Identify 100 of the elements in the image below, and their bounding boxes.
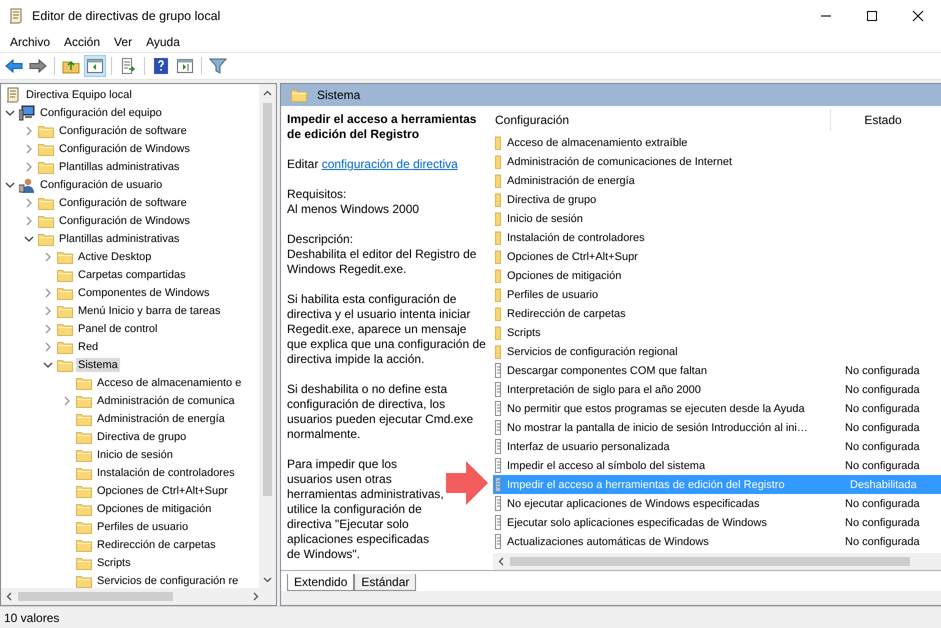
list-row[interactable]: Instalación de controladores bbox=[493, 228, 941, 247]
setting-name: Inicio de sesión bbox=[507, 212, 583, 224]
list-row[interactable]: Ejecutar solo aplicaciones especificadas de Windows No configurada bbox=[493, 513, 941, 532]
column-header[interactable]: Configuración bbox=[493, 112, 830, 126]
menu-item[interactable]: Ver bbox=[107, 32, 140, 50]
expand-chevron-icon[interactable] bbox=[24, 216, 34, 226]
scroll-icon bbox=[5, 87, 21, 103]
tree-item[interactable]: Plantillas administrativas bbox=[57, 160, 182, 174]
tree-item[interactable]: Plantillas administrativas bbox=[57, 232, 182, 246]
tree-item[interactable]: Active Desktop bbox=[76, 250, 154, 264]
list-row[interactable]: Descargar componentes COM que faltan No configurada bbox=[493, 361, 941, 380]
setting-state: No configurada bbox=[845, 460, 920, 472]
tree-item[interactable]: Componentes de Windows bbox=[76, 286, 212, 300]
tree-item[interactable]: Administración de energía bbox=[95, 412, 227, 426]
tree-item[interactable]: Configuración de usuario bbox=[38, 178, 164, 192]
pane-toggle-icon[interactable] bbox=[84, 55, 106, 77]
setting-name: Interpretación de siglo para el año 2000 bbox=[507, 384, 701, 396]
setting-state: No configurada bbox=[845, 536, 920, 548]
tree-item[interactable]: Opciones de Ctrl+Alt+Supr bbox=[95, 484, 230, 498]
list-row[interactable]: Interfaz de usuario personalizada No configurada bbox=[493, 437, 941, 456]
tree-item[interactable]: Configuración de Windows bbox=[57, 214, 192, 228]
collapse-chevron-icon[interactable] bbox=[42, 360, 52, 370]
list-row[interactable]: Redirección de carpetas bbox=[493, 304, 941, 323]
list-row[interactable]: Inicio de sesión bbox=[493, 209, 941, 228]
tree-item[interactable]: Configuración del equipo bbox=[38, 106, 164, 120]
list-row[interactable]: Scripts bbox=[493, 323, 941, 342]
expand-chevron-icon[interactable] bbox=[24, 198, 34, 208]
scrollbar[interactable] bbox=[259, 84, 276, 588]
scrollbar[interactable] bbox=[493, 553, 941, 570]
list-row[interactable]: No mostrar la pantalla de inicio de sesión Introducción al ini… No configurada bbox=[493, 418, 941, 437]
tree-item[interactable]: Acceso de almacenamiento e bbox=[95, 376, 244, 390]
setting-name: Servicios de configuración regional bbox=[507, 346, 678, 358]
tree-item[interactable]: Configuración de Windows bbox=[57, 142, 192, 156]
menu-item[interactable]: Ayuda bbox=[139, 32, 187, 50]
description-paragraph: Si habilita esta configuración de directiva y el usuario intenta iniciar Regedit.exe, aparece un mensaje que explica que una configuración de directiva impide la acción. bbox=[287, 292, 487, 367]
tree-item[interactable]: Red bbox=[76, 340, 100, 354]
list-row[interactable]: No ejecutar aplicaciones de Windows especificadas No configurada bbox=[493, 494, 941, 513]
tree-item[interactable]: Panel de control bbox=[76, 322, 160, 336]
folder-icon bbox=[495, 154, 501, 168]
tree-item[interactable]: Instalación de controladores bbox=[95, 466, 237, 480]
list-row[interactable]: Administración de energía bbox=[493, 171, 941, 190]
list-row[interactable]: Servicios de configuración regional bbox=[493, 342, 941, 361]
folder-icon bbox=[57, 250, 73, 264]
description-paragraph: Descripción: Deshabilita el editor del Registro de Windows Regedit.exe. bbox=[287, 232, 478, 277]
setting-name: Opciones de mitigación bbox=[507, 270, 622, 282]
expand-chevron-icon[interactable] bbox=[62, 396, 72, 406]
column-header[interactable]: Estado bbox=[830, 108, 935, 130]
list-row[interactable]: Impedir el acceso al símbolo del sistema No configurada bbox=[493, 456, 941, 475]
tree-item[interactable]: Opciones de mitigación bbox=[95, 502, 214, 516]
tree-item[interactable]: Administración de comunica bbox=[95, 394, 237, 408]
scroll-left-icon[interactable] bbox=[6, 592, 12, 601]
collapse-chevron-icon[interactable] bbox=[4, 108, 14, 118]
tree-item[interactable]: Configuración de software bbox=[57, 196, 189, 210]
scroll-up-icon[interactable] bbox=[263, 90, 272, 96]
expand-chevron-icon[interactable] bbox=[42, 288, 52, 298]
scrollbar[interactable] bbox=[1, 588, 276, 605]
collapse-chevron-icon[interactable] bbox=[24, 234, 34, 244]
setting-state: No configurada bbox=[845, 384, 920, 396]
policy-setting-link[interactable]: configuración de directiva bbox=[322, 157, 458, 171]
folder-icon bbox=[57, 286, 73, 300]
list-row[interactable]: Interpretación de siglo para el año 2000 No configurada bbox=[493, 380, 941, 399]
collapse-chevron-icon[interactable] bbox=[4, 180, 14, 190]
scroll-down-icon[interactable] bbox=[263, 576, 272, 582]
expand-chevron-icon[interactable] bbox=[42, 324, 52, 334]
tree-item[interactable]: Inicio de sesión bbox=[95, 448, 175, 462]
scroll-left-icon[interactable] bbox=[498, 557, 504, 566]
tree-item[interactable]: Configuración de software bbox=[57, 124, 189, 138]
expand-chevron-icon[interactable] bbox=[24, 162, 34, 172]
menu-item[interactable]: Acción bbox=[57, 32, 108, 50]
list-row[interactable]: Administración de comunicaciones de Internet bbox=[493, 152, 941, 171]
list-row[interactable]: No permitir que estos programas se ejecuten desde la Ayuda No configurada bbox=[493, 399, 941, 418]
list-row[interactable]: Directiva de grupo bbox=[493, 190, 941, 209]
list-row[interactable]: Actualizaciones automáticas de Windows No configurada bbox=[493, 532, 941, 551]
view-tab[interactable]: Estándar bbox=[354, 574, 416, 591]
tree-item[interactable]: Directiva de grupo bbox=[95, 430, 188, 444]
list-row[interactable]: Opciones de Ctrl+Alt+Supr bbox=[493, 247, 941, 266]
tree-item[interactable]: Carpetas compartidas bbox=[76, 268, 188, 282]
expand-chevron-icon[interactable] bbox=[42, 342, 52, 352]
view-tab[interactable]: Extendido bbox=[287, 574, 354, 591]
description-paragraph: Requisitos: Al menos Windows 2000 bbox=[287, 187, 420, 217]
expand-chevron-icon[interactable] bbox=[42, 252, 52, 262]
tree-item[interactable]: Sistema bbox=[76, 358, 120, 372]
scroll-right-icon[interactable] bbox=[253, 592, 259, 601]
list-row[interactable]: Perfiles de usuario bbox=[493, 285, 941, 304]
expand-chevron-icon[interactable] bbox=[24, 144, 34, 154]
tree-item[interactable]: Menú Inicio y barra de tareas bbox=[76, 304, 222, 318]
status-text: 10 valores bbox=[4, 610, 60, 624]
tree-item[interactable]: Servicios de configuración re bbox=[95, 574, 240, 588]
tree-item[interactable]: Directiva Equipo local bbox=[24, 88, 134, 102]
list-row[interactable]: Opciones de mitigación bbox=[493, 266, 941, 285]
setting-page-icon bbox=[495, 534, 501, 549]
tree-item[interactable]: Scripts bbox=[95, 556, 133, 570]
list-row[interactable]: Acceso de almacenamiento extraíble bbox=[493, 133, 941, 152]
expand-chevron-icon[interactable] bbox=[42, 306, 52, 316]
folder-icon bbox=[495, 344, 501, 358]
tree-item[interactable]: Redirección de carpetas bbox=[95, 538, 218, 552]
menu-item[interactable]: Archivo bbox=[3, 32, 58, 50]
folder-icon bbox=[76, 466, 92, 480]
expand-chevron-icon[interactable] bbox=[24, 126, 34, 136]
tree-item[interactable]: Perfiles de usuario bbox=[95, 520, 190, 534]
